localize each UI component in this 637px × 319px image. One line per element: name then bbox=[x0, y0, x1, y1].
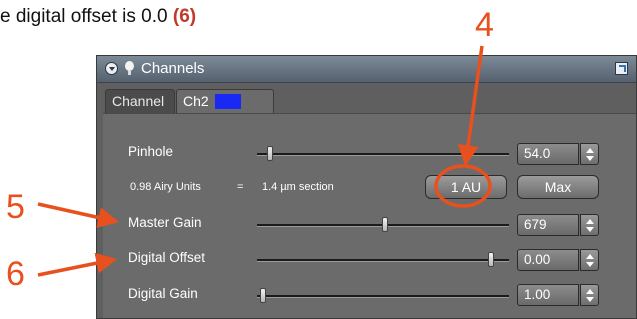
digital-gain-label: Digital Gain bbox=[128, 286, 198, 301]
caption-main: e digital offset is 0.0 bbox=[0, 6, 173, 27]
digital-gain-spin-arrows-icon[interactable] bbox=[580, 284, 599, 306]
pinhole-slider-track[interactable] bbox=[257, 153, 509, 156]
pinhole-label: Pinhole bbox=[128, 144, 174, 159]
tab-ch2-label: Ch2 bbox=[183, 93, 209, 109]
airy-units-text: 0.98 Airy Units bbox=[130, 181, 201, 193]
section-thickness-text: 1.4 µm section bbox=[262, 181, 334, 193]
panel-titlebar: Channels bbox=[97, 56, 636, 83]
pinhole-slider-thumb[interactable] bbox=[267, 146, 273, 161]
master-gain-slider-thumb[interactable] bbox=[382, 217, 388, 232]
channels-panel: Channels Channel Ch2 Pinhole 54.0 0.98 A… bbox=[96, 55, 637, 319]
annotation-number-5: 5 bbox=[6, 188, 25, 226]
digital-offset-slider-track[interactable] bbox=[257, 259, 509, 262]
digital-gain-spinbox[interactable]: 1.00 bbox=[517, 284, 599, 306]
caption-text: e digital offset is 0.0 (6) bbox=[0, 6, 196, 28]
panel-title: Channels bbox=[141, 60, 205, 77]
annotation-number-4: 4 bbox=[475, 6, 494, 44]
digital-gain-slider-track[interactable] bbox=[257, 295, 509, 298]
one-au-button[interactable]: 1 AU bbox=[425, 175, 507, 199]
tab-channel-label: Channel bbox=[112, 93, 165, 109]
max-button[interactable]: Max bbox=[517, 175, 599, 199]
channel-color-swatch bbox=[214, 94, 241, 109]
pinhole-value-field[interactable]: 54.0 bbox=[517, 143, 579, 165]
collapse-toggle-icon[interactable] bbox=[105, 62, 118, 75]
digital-offset-spinbox[interactable]: 0.00 bbox=[517, 249, 599, 271]
master-gain-value-field[interactable]: 679 bbox=[517, 214, 579, 236]
pinhole-spin-arrows-icon[interactable] bbox=[580, 143, 599, 165]
equals-sign: = bbox=[237, 181, 244, 193]
annotation-number-6: 6 bbox=[6, 255, 25, 293]
channel-settings-content: Pinhole 54.0 0.98 Airy Units = 1.4 µm se… bbox=[103, 113, 636, 318]
digital-offset-slider-thumb[interactable] bbox=[488, 252, 494, 267]
digital-gain-value-field[interactable]: 1.00 bbox=[517, 284, 579, 306]
caption-highlight: (6) bbox=[172, 6, 197, 27]
digital-offset-spin-arrows-icon[interactable] bbox=[580, 249, 599, 271]
digital-gain-slider-thumb[interactable] bbox=[260, 288, 266, 303]
digital-offset-value-field[interactable]: 0.00 bbox=[517, 249, 579, 271]
master-gain-label: Master Gain bbox=[128, 215, 202, 230]
digital-offset-label: Digital Offset bbox=[128, 250, 206, 265]
tab-channel[interactable]: Channel bbox=[105, 89, 175, 113]
pinhole-spinbox[interactable]: 54.0 bbox=[517, 143, 599, 165]
master-gain-spinbox[interactable]: 679 bbox=[517, 214, 599, 236]
undock-window-icon[interactable] bbox=[615, 62, 628, 75]
tab-ch2[interactable]: Ch2 bbox=[176, 89, 274, 113]
lightbulb-icon bbox=[125, 61, 134, 75]
master-gain-spin-arrows-icon[interactable] bbox=[580, 214, 599, 236]
